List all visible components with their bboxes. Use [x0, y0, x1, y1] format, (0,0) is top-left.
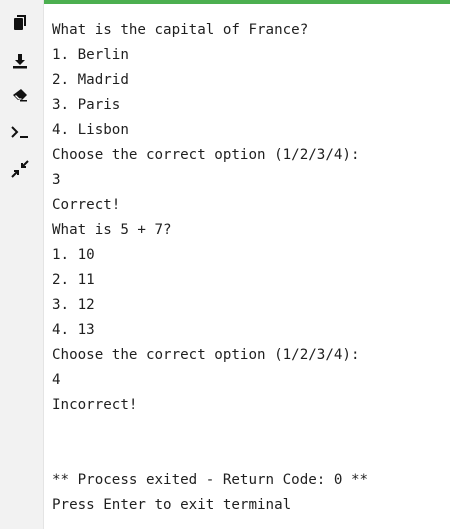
terminal-output-lines: What is the capital of France? 1. Berlin…: [52, 18, 446, 518]
terminal-line: 3. 12: [52, 297, 95, 313]
copy-icon: [14, 15, 26, 30]
terminal-line: What is the capital of France?: [52, 22, 309, 38]
terminal-line: 3. Paris: [52, 97, 121, 113]
terminal-line: Incorrect!: [52, 397, 138, 413]
terminal-output-area[interactable]: What is the capital of France? 1. Berlin…: [44, 0, 450, 529]
terminal-line: What is 5 + 7?: [52, 222, 172, 238]
copy-output-button[interactable]: [9, 12, 31, 34]
terminal-line: 1. 10: [52, 247, 95, 263]
terminal-line: Correct!: [52, 197, 121, 213]
clear-output-button[interactable]: [9, 84, 31, 106]
terminal-line: ** Process exited - Return Code: 0 **: [52, 472, 369, 488]
terminal-line: 4. Lisbon: [52, 122, 129, 138]
terminal-line: 2. 11: [52, 272, 95, 288]
terminal-prompt-icon: [11, 126, 28, 138]
terminal-line: Choose the correct option (1/2/3/4):: [52, 347, 360, 363]
terminal-toolbar: [0, 0, 44, 529]
download-output-button[interactable]: [9, 50, 31, 72]
terminal-top-accent-bar: [44, 0, 450, 4]
online-compiler-output-panel: What is the capital of France? 1. Berlin…: [0, 0, 450, 529]
terminal-line: Press Enter to exit terminal: [52, 497, 292, 513]
terminal-mode-button[interactable]: [9, 121, 31, 143]
terminal-line: 4: [52, 372, 61, 388]
eraser-icon: [13, 89, 27, 102]
terminal-line: 4. 13: [52, 322, 95, 338]
terminal-line: Choose the correct option (1/2/3/4):: [52, 147, 360, 163]
terminal-line: 1. Berlin: [52, 47, 129, 63]
download-icon: [13, 54, 27, 69]
terminal-line: 2. Madrid: [52, 72, 129, 88]
collapse-icon: [11, 160, 29, 178]
collapse-panel-button[interactable]: [9, 158, 31, 180]
terminal-line: 3: [52, 172, 61, 188]
